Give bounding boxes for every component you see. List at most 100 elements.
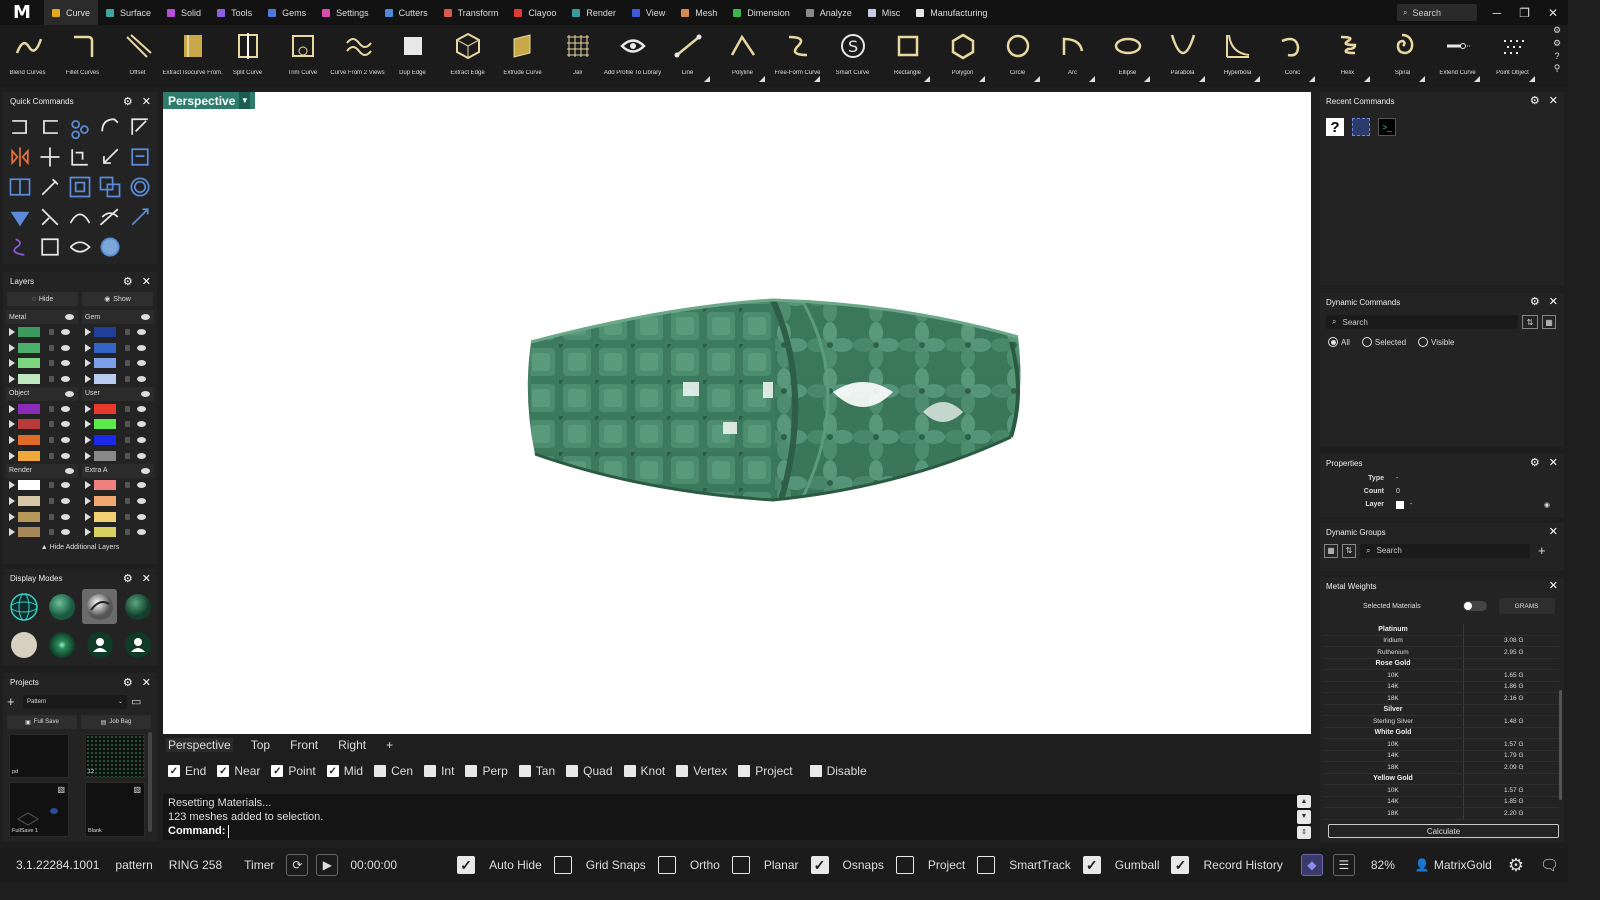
layer-color-swatch[interactable] xyxy=(18,434,40,445)
expand-icon[interactable] xyxy=(85,327,91,336)
edit-button[interactable] xyxy=(35,172,65,202)
expand-icon[interactable] xyxy=(85,451,91,460)
lock-icon[interactable] xyxy=(125,375,130,382)
tab-analyze[interactable]: Analyze xyxy=(798,0,860,25)
checkbox-icon[interactable]: ✓ xyxy=(1171,856,1190,874)
checkbox-icon[interactable]: ✓ xyxy=(1082,856,1101,874)
boolean-button[interactable] xyxy=(95,172,125,202)
expand-icon[interactable] xyxy=(9,343,15,352)
layer-row[interactable] xyxy=(82,478,154,494)
expand-icon[interactable] xyxy=(9,327,15,336)
snap-disable[interactable]: Disable xyxy=(809,764,867,778)
viewport-tab-right[interactable]: Right xyxy=(336,738,368,752)
tab-misc[interactable]: Misc xyxy=(860,0,909,25)
settings-button[interactable]: ⚙ xyxy=(1500,848,1532,882)
add-viewport-button[interactable]: + xyxy=(384,738,395,752)
add-profile-tool-button[interactable]: Add Profile To Library xyxy=(604,25,661,87)
sphere-button[interactable] xyxy=(95,232,125,262)
eye-icon[interactable] xyxy=(61,405,70,412)
eye-icon[interactable] xyxy=(61,529,70,536)
expand-icon[interactable] xyxy=(85,528,91,537)
layer-color-swatch[interactable] xyxy=(94,450,116,461)
layer-row[interactable] xyxy=(82,416,154,432)
smart-curve-tool-button[interactable]: S Smart Curve xyxy=(825,25,880,87)
layer-row[interactable] xyxy=(82,493,154,509)
scroll-down-button[interactable]: ▼ xyxy=(1297,810,1311,824)
layer-group-gem[interactable]: Gem xyxy=(82,310,154,324)
viewport-tab-front[interactable]: Front xyxy=(288,738,320,752)
shaded-mode-button[interactable] xyxy=(44,589,79,624)
lock-icon[interactable] xyxy=(125,529,130,536)
metal-weights-scrollbar[interactable] xyxy=(1559,690,1562,800)
redo-button[interactable] xyxy=(35,112,65,142)
wireframe-mode-button[interactable] xyxy=(6,589,41,624)
eye-icon[interactable] xyxy=(61,375,70,382)
eye-icon[interactable] xyxy=(61,344,70,351)
toggle-gumball[interactable]: ✓ Gumball xyxy=(1082,848,1172,882)
move-button[interactable] xyxy=(35,142,65,172)
fillet-curves-tool-button[interactable]: Fillet Curves xyxy=(55,25,110,87)
layer-row[interactable] xyxy=(82,340,154,356)
viewport-title-tab[interactable]: Perspective ▼ xyxy=(163,92,256,109)
job-bag-button[interactable]: ▤ Job Bag xyxy=(81,715,151,729)
expand-icon[interactable] xyxy=(85,359,91,368)
ring-button[interactable] xyxy=(125,172,155,202)
tab-tools[interactable]: Tools xyxy=(209,0,260,25)
layer-group-render[interactable]: Render xyxy=(6,463,78,478)
layer-row[interactable] xyxy=(6,509,78,525)
polygon-tool-button[interactable]: Polygon xyxy=(935,25,990,87)
arrow-button[interactable] xyxy=(95,142,125,172)
toggle-smarttrack[interactable]: SmartTrack xyxy=(977,848,1083,882)
checkbox-icon[interactable]: ✓ xyxy=(457,856,476,874)
checkbox-icon[interactable] xyxy=(895,856,914,874)
expand-icon[interactable] xyxy=(9,404,15,413)
gear-icon[interactable]: ⚙ xyxy=(123,275,133,288)
show-layers-button[interactable]: ◉ Show xyxy=(82,292,153,306)
project-thumb[interactable]: 12 xyxy=(85,734,145,778)
lock-icon[interactable] xyxy=(125,513,130,520)
checkbox-icon[interactable] xyxy=(553,856,572,874)
lock-icon[interactable] xyxy=(125,405,130,412)
eye-icon[interactable] xyxy=(137,405,146,412)
eye-icon[interactable] xyxy=(61,360,70,367)
circle-tool-button[interactable]: Circle xyxy=(990,25,1045,87)
layer-row[interactable] xyxy=(82,371,154,387)
tab-gems[interactable]: Gems xyxy=(260,0,314,25)
checkbox-icon[interactable] xyxy=(731,856,750,874)
close-icon[interactable]: ✕ xyxy=(142,275,151,288)
eye-icon[interactable] xyxy=(137,498,146,505)
expand-icon[interactable] xyxy=(9,420,15,429)
reset-timer-button[interactable]: ⟳ xyxy=(286,854,309,876)
lock-icon[interactable] xyxy=(125,328,130,335)
lock-icon[interactable] xyxy=(49,405,54,412)
parabola-tool-button[interactable]: Parabola xyxy=(1155,25,1210,87)
free-form-curve-tool-button[interactable]: Free-Form Curve xyxy=(770,25,825,87)
rendered-mode-button[interactable] xyxy=(82,589,117,624)
lock-icon[interactable] xyxy=(49,344,54,351)
hide-layers-button[interactable]: ◌ Hide xyxy=(7,292,78,306)
lock-icon[interactable] xyxy=(125,360,130,367)
toggle-osnaps[interactable]: ✓ Osnaps xyxy=(810,848,896,882)
layer-color-swatch[interactable] xyxy=(18,419,40,430)
gear-icon[interactable]: ⚙ xyxy=(1530,456,1540,469)
gem-button[interactable] xyxy=(5,202,35,232)
rectangle-tool-button[interactable]: Rectangle xyxy=(880,25,935,87)
checkbox-icon[interactable] xyxy=(566,765,579,777)
checkbox-icon[interactable]: ✓ xyxy=(168,765,180,777)
toggle-project[interactable]: Project xyxy=(895,848,977,882)
helix-tool-button[interactable]: Helix xyxy=(1320,25,1375,87)
checkbox-icon[interactable] xyxy=(465,765,478,777)
layer-color-swatch[interactable] xyxy=(94,342,116,353)
lock-icon[interactable] xyxy=(125,436,130,443)
scale-button[interactable] xyxy=(125,112,155,142)
expand-icon[interactable] xyxy=(85,420,91,429)
snap-end[interactable]: ✓ End xyxy=(168,764,206,778)
close-button[interactable]: ✕ xyxy=(1548,6,1558,20)
eye-icon[interactable] xyxy=(137,328,146,335)
snap-int[interactable]: Int xyxy=(424,764,454,778)
layer-row[interactable] xyxy=(82,525,154,541)
project-dropdown[interactable]: Pattern ⌄ xyxy=(23,694,127,709)
checkbox-icon[interactable] xyxy=(809,765,822,777)
checkbox-icon[interactable] xyxy=(657,856,676,874)
checkbox-icon[interactable]: ✓ xyxy=(217,765,230,777)
